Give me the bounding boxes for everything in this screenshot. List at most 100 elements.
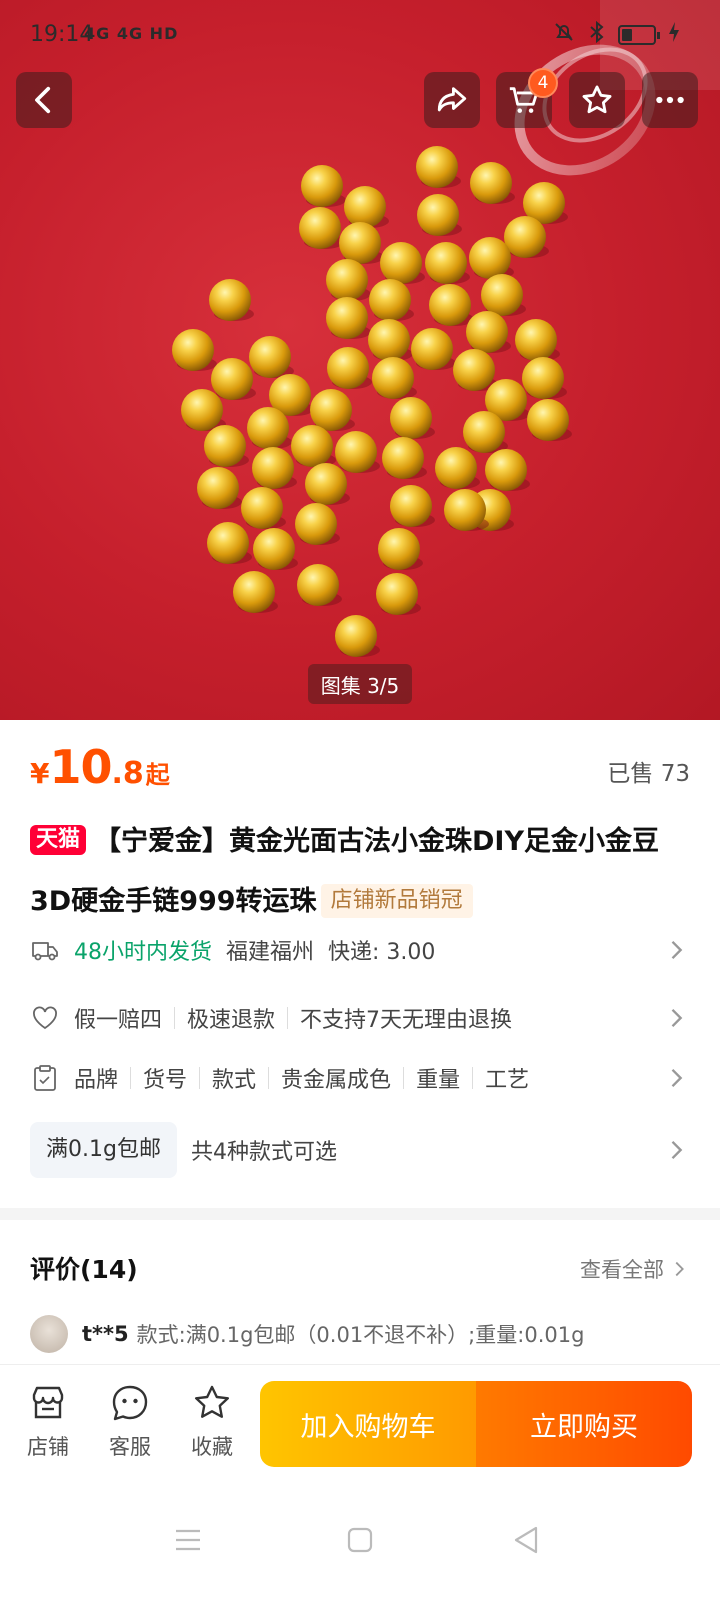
gold-bead (204, 425, 246, 467)
review-item[interactable]: t**5 款式:满0.1g包邮（0.01不退不补）;重量:0.01g (30, 1314, 690, 1354)
gold-bead (380, 242, 422, 284)
gold-bead (453, 349, 495, 391)
store-bestseller-tag: 店铺新品销冠 (320, 884, 473, 918)
gold-bead (172, 329, 214, 371)
back-nav-icon[interactable] (506, 1520, 546, 1560)
price-currency: ¥ (30, 757, 50, 790)
gold-bead (207, 522, 249, 564)
spec-chip[interactable]: 满0.1g包邮 (30, 1122, 177, 1178)
gold-bead (253, 528, 295, 570)
gold-bead (344, 186, 386, 228)
favorite-label: 收藏 (191, 1435, 233, 1459)
network-indicator: 4G 4G HD (84, 24, 179, 43)
heart-icon (30, 1003, 60, 1033)
store-button[interactable]: 店铺 (18, 1383, 78, 1461)
gold-bead (339, 222, 381, 264)
price-row: ¥ 10 .8 起 已售 73 (30, 740, 690, 796)
clipboard-icon (30, 1063, 60, 1093)
system-navigation-bar (0, 1490, 720, 1600)
reviews-title: 评价(14) (30, 1255, 138, 1284)
ship-origin: 福建福州 (226, 940, 315, 965)
gold-bead (335, 431, 377, 473)
star-icon (582, 85, 612, 114)
store-icon (32, 1386, 64, 1419)
gold-bead (390, 485, 432, 527)
store-label: 店铺 (27, 1435, 69, 1459)
tmall-badge: 天猫 (30, 825, 87, 855)
gold-bead (291, 425, 333, 467)
bluetooth-icon (588, 20, 606, 49)
chevron-right-icon (671, 1069, 683, 1087)
price: ¥ 10 .8 起 (30, 740, 170, 794)
guarantee-item: 假一赔四 (74, 1008, 163, 1033)
gold-bead (247, 407, 289, 449)
cart-button[interactable]: 4 (496, 68, 558, 128)
gold-bead (368, 319, 410, 361)
delivery-time: 48小时内发货 (74, 940, 212, 965)
gold-bead (376, 573, 418, 615)
gold-bead (301, 165, 343, 207)
shipping-row[interactable]: 48小时内发货 福建福州 快递: 3.00 (30, 922, 690, 978)
gold-bead (326, 297, 368, 339)
service-label: 客服 (109, 1435, 151, 1459)
gold-bead (469, 237, 511, 279)
gold-bead (252, 447, 294, 489)
gold-bead (299, 207, 341, 249)
gold-bead (429, 284, 471, 326)
chevron-right-icon (671, 1141, 683, 1159)
bottom-action-bar: 店铺 客服 收藏 加入购物车 立即购买 (0, 1364, 720, 1490)
battery-icon (618, 24, 660, 45)
buy-now-button[interactable]: 立即购买 (476, 1381, 692, 1467)
gold-bead (470, 162, 512, 204)
product-image-gallery[interactable]: 19:14 4G 4G HD 4 图集 3/5 (0, 0, 720, 720)
status-icons (552, 20, 680, 49)
more-dots-icon (656, 96, 684, 104)
params-row[interactable]: 品牌 货号 款式 贵金属成色 重量 工艺 (30, 1050, 690, 1106)
gold-bead (241, 487, 283, 529)
view-all-label: 查看全部 (580, 1258, 664, 1282)
spec-summary: 共4种款式可选 (190, 1140, 337, 1165)
menu-nav-icon[interactable] (168, 1520, 208, 1560)
gold-bead (527, 399, 569, 441)
add-to-cart-button[interactable]: 加入购物车 (260, 1381, 476, 1467)
spec-select-row[interactable]: 满0.1g包邮 共4种款式可选 (30, 1122, 690, 1178)
bottom-favorite-button[interactable]: 收藏 (182, 1383, 242, 1461)
home-nav-icon[interactable] (340, 1520, 380, 1560)
shipping-fee: 快递: 3.00 (328, 940, 436, 965)
guarantee-row[interactable]: 假一赔四 极速退款 不支持7天无理由退换 (30, 990, 690, 1046)
gold-bead (211, 358, 253, 400)
favorite-button[interactable] (569, 72, 625, 128)
chevron-right-icon (675, 1261, 684, 1277)
gold-bead (327, 347, 369, 389)
guarantee-item: 极速退款 (162, 1002, 275, 1034)
gold-bead (197, 467, 239, 509)
more-button[interactable] (642, 72, 698, 128)
price-integer: 10 (49, 740, 112, 794)
gold-bead (335, 615, 377, 657)
gold-bead (417, 194, 459, 236)
param-item: 款式 (187, 1062, 256, 1094)
gold-bead (295, 503, 337, 545)
gold-bead (378, 528, 420, 570)
gold-bead (515, 319, 557, 361)
share-icon (437, 87, 467, 112)
service-face-icon (112, 1385, 148, 1421)
avatar (30, 1315, 68, 1353)
back-button[interactable] (16, 72, 72, 128)
share-button[interactable] (424, 72, 480, 128)
gold-bead (305, 463, 347, 505)
product-title-block: 天猫 【宁爱金】黄金光面古法小金珠DIY足金小金豆3D硬金手链999转运珠 店铺新品… (30, 812, 680, 932)
gold-bead (416, 146, 458, 188)
gold-bead (326, 259, 368, 301)
gold-bead (310, 389, 352, 431)
reviewer-name: t**5 (82, 1322, 129, 1346)
gold-bead (372, 357, 414, 399)
gold-bead (181, 389, 223, 431)
view-all-reviews-link[interactable]: 查看全部 (580, 1254, 690, 1284)
price-suffix: 起 (145, 761, 170, 789)
gold-bead (411, 328, 453, 370)
customer-service-button[interactable]: 客服 (100, 1383, 160, 1461)
gold-bead (466, 311, 508, 353)
star-icon (195, 1385, 229, 1418)
chevron-right-icon (671, 941, 683, 959)
